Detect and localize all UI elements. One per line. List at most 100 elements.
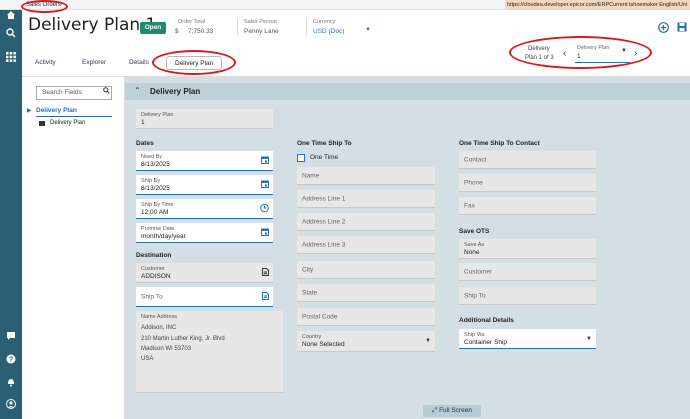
annotation-oval-tab (152, 50, 236, 75)
calendar-icon[interactable] (261, 228, 269, 238)
expand-icon: ⤢ (432, 407, 440, 414)
chat-icon[interactable] (3, 331, 19, 347)
promise-date-value[interactable]: month/day/year (141, 233, 186, 240)
address-line: Addison, INC (141, 325, 177, 331)
tree-item-delivery-plan-child[interactable]: Delivery Plan (50, 120, 85, 126)
user-icon[interactable] (3, 399, 19, 415)
search-icon[interactable] (3, 28, 19, 44)
full-screen-label: Full Screen (439, 407, 472, 414)
ship-via-label: Ship Via (464, 332, 485, 338)
phone-field[interactable]: Phone (459, 174, 596, 192)
save-ots-heading: Save OTS (459, 228, 490, 235)
chevron-down-icon[interactable]: ▼ (425, 338, 431, 344)
ots-state-field[interactable]: State (297, 284, 435, 302)
contact-field[interactable]: Contact (459, 151, 596, 169)
need-by-field[interactable]: Need By 8/13/2025 (136, 151, 273, 171)
panel-title: Delivery Plan (150, 87, 201, 96)
apps-grid-icon[interactable] (3, 52, 19, 68)
fax-placeholder[interactable]: Fax (464, 202, 475, 209)
save-ots-customer-placeholder[interactable]: Customer (464, 268, 492, 275)
notifications-icon[interactable] (3, 377, 19, 393)
ots-city-placeholder[interactable]: City (302, 266, 313, 273)
one-time-checkbox[interactable] (297, 154, 305, 162)
ots-name-placeholder[interactable]: Name (302, 172, 319, 179)
left-nav: ? (0, 10, 22, 419)
ship-by-field[interactable]: Ship By 8/13/2025 (136, 175, 273, 195)
address-line: Madison WI 53703 (141, 346, 192, 352)
home-icon[interactable] (3, 10, 19, 26)
phone-placeholder[interactable]: Phone (464, 179, 483, 186)
delivery-plan-value: 1 (141, 119, 145, 126)
order-total-value: 7,750.33 (188, 28, 214, 35)
customer-field[interactable]: Customer ADDISON (136, 263, 273, 283)
need-by-value[interactable]: 8/13/2025 (141, 161, 170, 168)
save-as-select[interactable]: Save As None (459, 239, 596, 259)
tab-activity[interactable]: Activity (35, 56, 56, 70)
ots-address-line-3-field[interactable]: Address Line 3 (297, 236, 435, 254)
save-as-value[interactable]: None (464, 249, 480, 256)
ship-by-time-label: Ship By Time (141, 202, 174, 208)
promise-date-field[interactable]: Promise Date month/day/year (136, 223, 273, 243)
ots-address-line-2-field[interactable]: Address Line 2 (297, 213, 435, 231)
ots-contact-heading: One Time Ship To Contact (459, 140, 540, 147)
ots-address-line-1-placeholder[interactable]: Address Line 1 (302, 195, 345, 202)
environment-info: https://cloudea.developer.epicor.com/ERP… (505, 0, 690, 10)
ots-postal-code-placeholder[interactable]: Postal Code (302, 313, 337, 320)
sales-person-value: Penny Lane (244, 28, 279, 35)
search-icon[interactable] (103, 87, 110, 96)
ots-city-field[interactable]: City (297, 261, 435, 279)
add-icon[interactable] (658, 22, 669, 35)
ship-by-value[interactable]: 8/13/2025 (141, 185, 170, 192)
tab-explorer[interactable]: Explorer (82, 56, 106, 70)
tab-details[interactable]: Details (129, 56, 149, 70)
ship-via-value[interactable]: Container Ship (464, 339, 507, 346)
ots-postal-code-field[interactable]: Postal Code (297, 308, 435, 326)
one-time-ship-to-heading: One Time Ship To (297, 140, 352, 147)
document-icon[interactable] (262, 267, 269, 278)
ship-to-field[interactable]: Ship To (136, 287, 273, 307)
destination-heading: Destination (136, 252, 172, 259)
ship-by-time-value[interactable]: 12:00 AM (141, 209, 168, 216)
tree-item-delivery-plan[interactable]: Delivery Plan (36, 107, 77, 114)
save-ots-customer-field[interactable]: Customer (459, 263, 596, 281)
customer-value[interactable]: ADDISON (141, 273, 171, 280)
calendar-icon[interactable] (261, 180, 269, 190)
ots-country-select[interactable]: Country None Selected ▼ (297, 331, 435, 352)
ots-name-field[interactable]: Name (297, 167, 435, 185)
save-icon[interactable] (677, 22, 687, 34)
chevron-down-icon[interactable]: ▼ (586, 336, 592, 342)
ship-to-placeholder[interactable]: Ship To (141, 293, 163, 300)
ship-via-select[interactable]: Ship Via Container Ship ▼ (459, 329, 596, 349)
ots-address-line-2-placeholder[interactable]: Address Line 2 (302, 218, 345, 225)
delivery-plan-field: Delivery Plan 1 (136, 109, 273, 129)
chevron-up-icon[interactable]: ⌃ (134, 86, 141, 95)
ots-state-placeholder[interactable]: State (302, 289, 317, 296)
ots-address-line-3-placeholder[interactable]: Address Line 3 (302, 241, 345, 248)
promise-date-label: Promise Date (141, 226, 175, 232)
sales-person-label: Sales Person (244, 19, 277, 25)
ots-address-line-1-field[interactable]: Address Line 1 (297, 190, 435, 208)
ship-by-label: Ship By (141, 178, 160, 184)
tree-expand-icon[interactable]: ▶ (27, 107, 32, 114)
calendar-icon[interactable] (261, 156, 269, 166)
annotation-oval-pager (509, 36, 652, 69)
need-by-label: Need By (141, 154, 163, 160)
save-ots-ship-to-placeholder[interactable]: Ship To (464, 292, 486, 299)
currency-select[interactable]: USD (Doc) (313, 28, 344, 35)
contact-placeholder[interactable]: Contact (464, 156, 486, 163)
annotation-oval-breadcrumb (21, 0, 68, 13)
order-total-label: Order Total (178, 19, 206, 25)
search-fields-input[interactable]: Search Fields (36, 86, 112, 100)
name-address-label: Name Address (141, 314, 178, 320)
save-ots-ship-to-field[interactable]: Ship To (459, 287, 596, 305)
ship-by-time-field[interactable]: Ship By Time 12:00 AM (136, 199, 273, 219)
fax-field[interactable]: Fax (459, 197, 596, 215)
chevron-down-icon[interactable]: ▼ (365, 27, 371, 33)
help-icon[interactable]: ? (3, 354, 19, 370)
document-icon[interactable] (262, 291, 269, 302)
header-divider (237, 18, 238, 36)
ots-country-value[interactable]: None Selected (302, 341, 345, 348)
currency-label: Currency (313, 19, 336, 25)
full-screen-button[interactable]: ⤢ Full Screen (423, 405, 481, 417)
clock-icon[interactable] (260, 203, 269, 214)
